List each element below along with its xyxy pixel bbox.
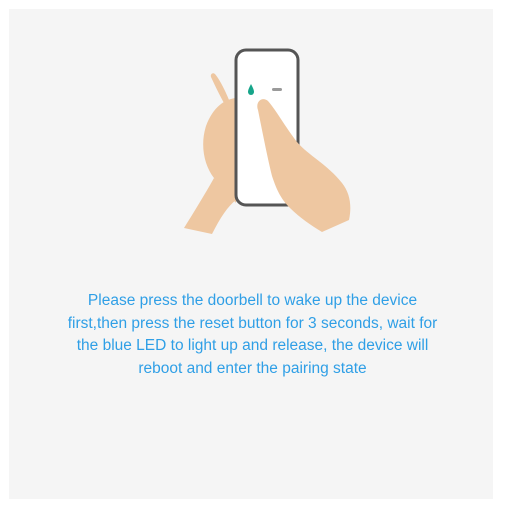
pairing-instructions-text: Please press the doorbell to wake up the… xyxy=(67,292,438,377)
pressing-hand-icon xyxy=(257,99,351,232)
sensor-slot-icon xyxy=(272,88,282,91)
doorbell-reset-illustration xyxy=(184,48,351,234)
